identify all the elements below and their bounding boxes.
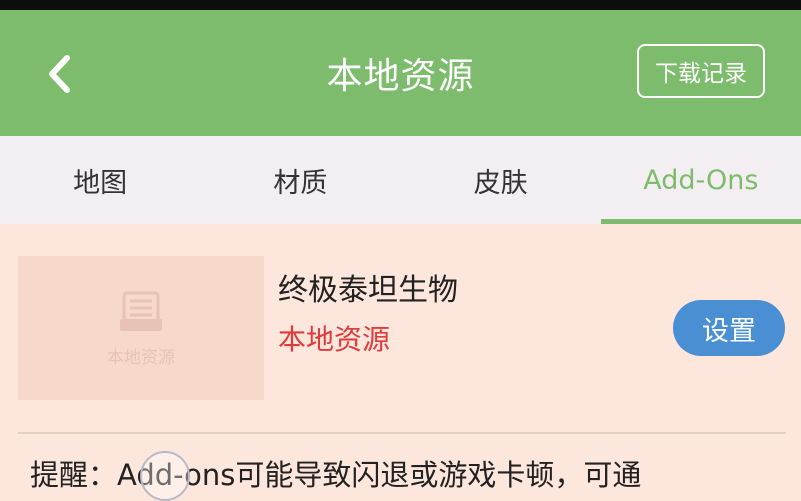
tab-textures[interactable]: 材质 — [200, 136, 400, 224]
thumbnail-label: 本地资源 — [107, 347, 175, 368]
resource-thumbnail: 本地资源 — [18, 256, 264, 400]
divider — [18, 432, 786, 434]
status-bar — [0, 0, 801, 10]
app-header: 本地资源 下载记录 — [0, 10, 801, 136]
tab-maps[interactable]: 地图 — [0, 136, 200, 224]
touch-indicator — [140, 451, 190, 501]
resource-name: 终极泰坦生物 — [278, 273, 458, 308]
archive-box-icon — [120, 291, 162, 331]
tab-skins[interactable]: 皮肤 — [401, 136, 601, 224]
back-button[interactable] — [38, 52, 82, 96]
download-record-button[interactable]: 下载记录 — [637, 44, 765, 98]
category-tabs: 地图 材质 皮肤 Add-Ons — [0, 136, 801, 224]
tab-addons[interactable]: Add-Ons — [600, 136, 801, 224]
resource-status: 本地资源 — [278, 323, 391, 356]
settings-button[interactable]: 设置 — [673, 300, 785, 356]
chevron-left-icon — [49, 55, 70, 93]
